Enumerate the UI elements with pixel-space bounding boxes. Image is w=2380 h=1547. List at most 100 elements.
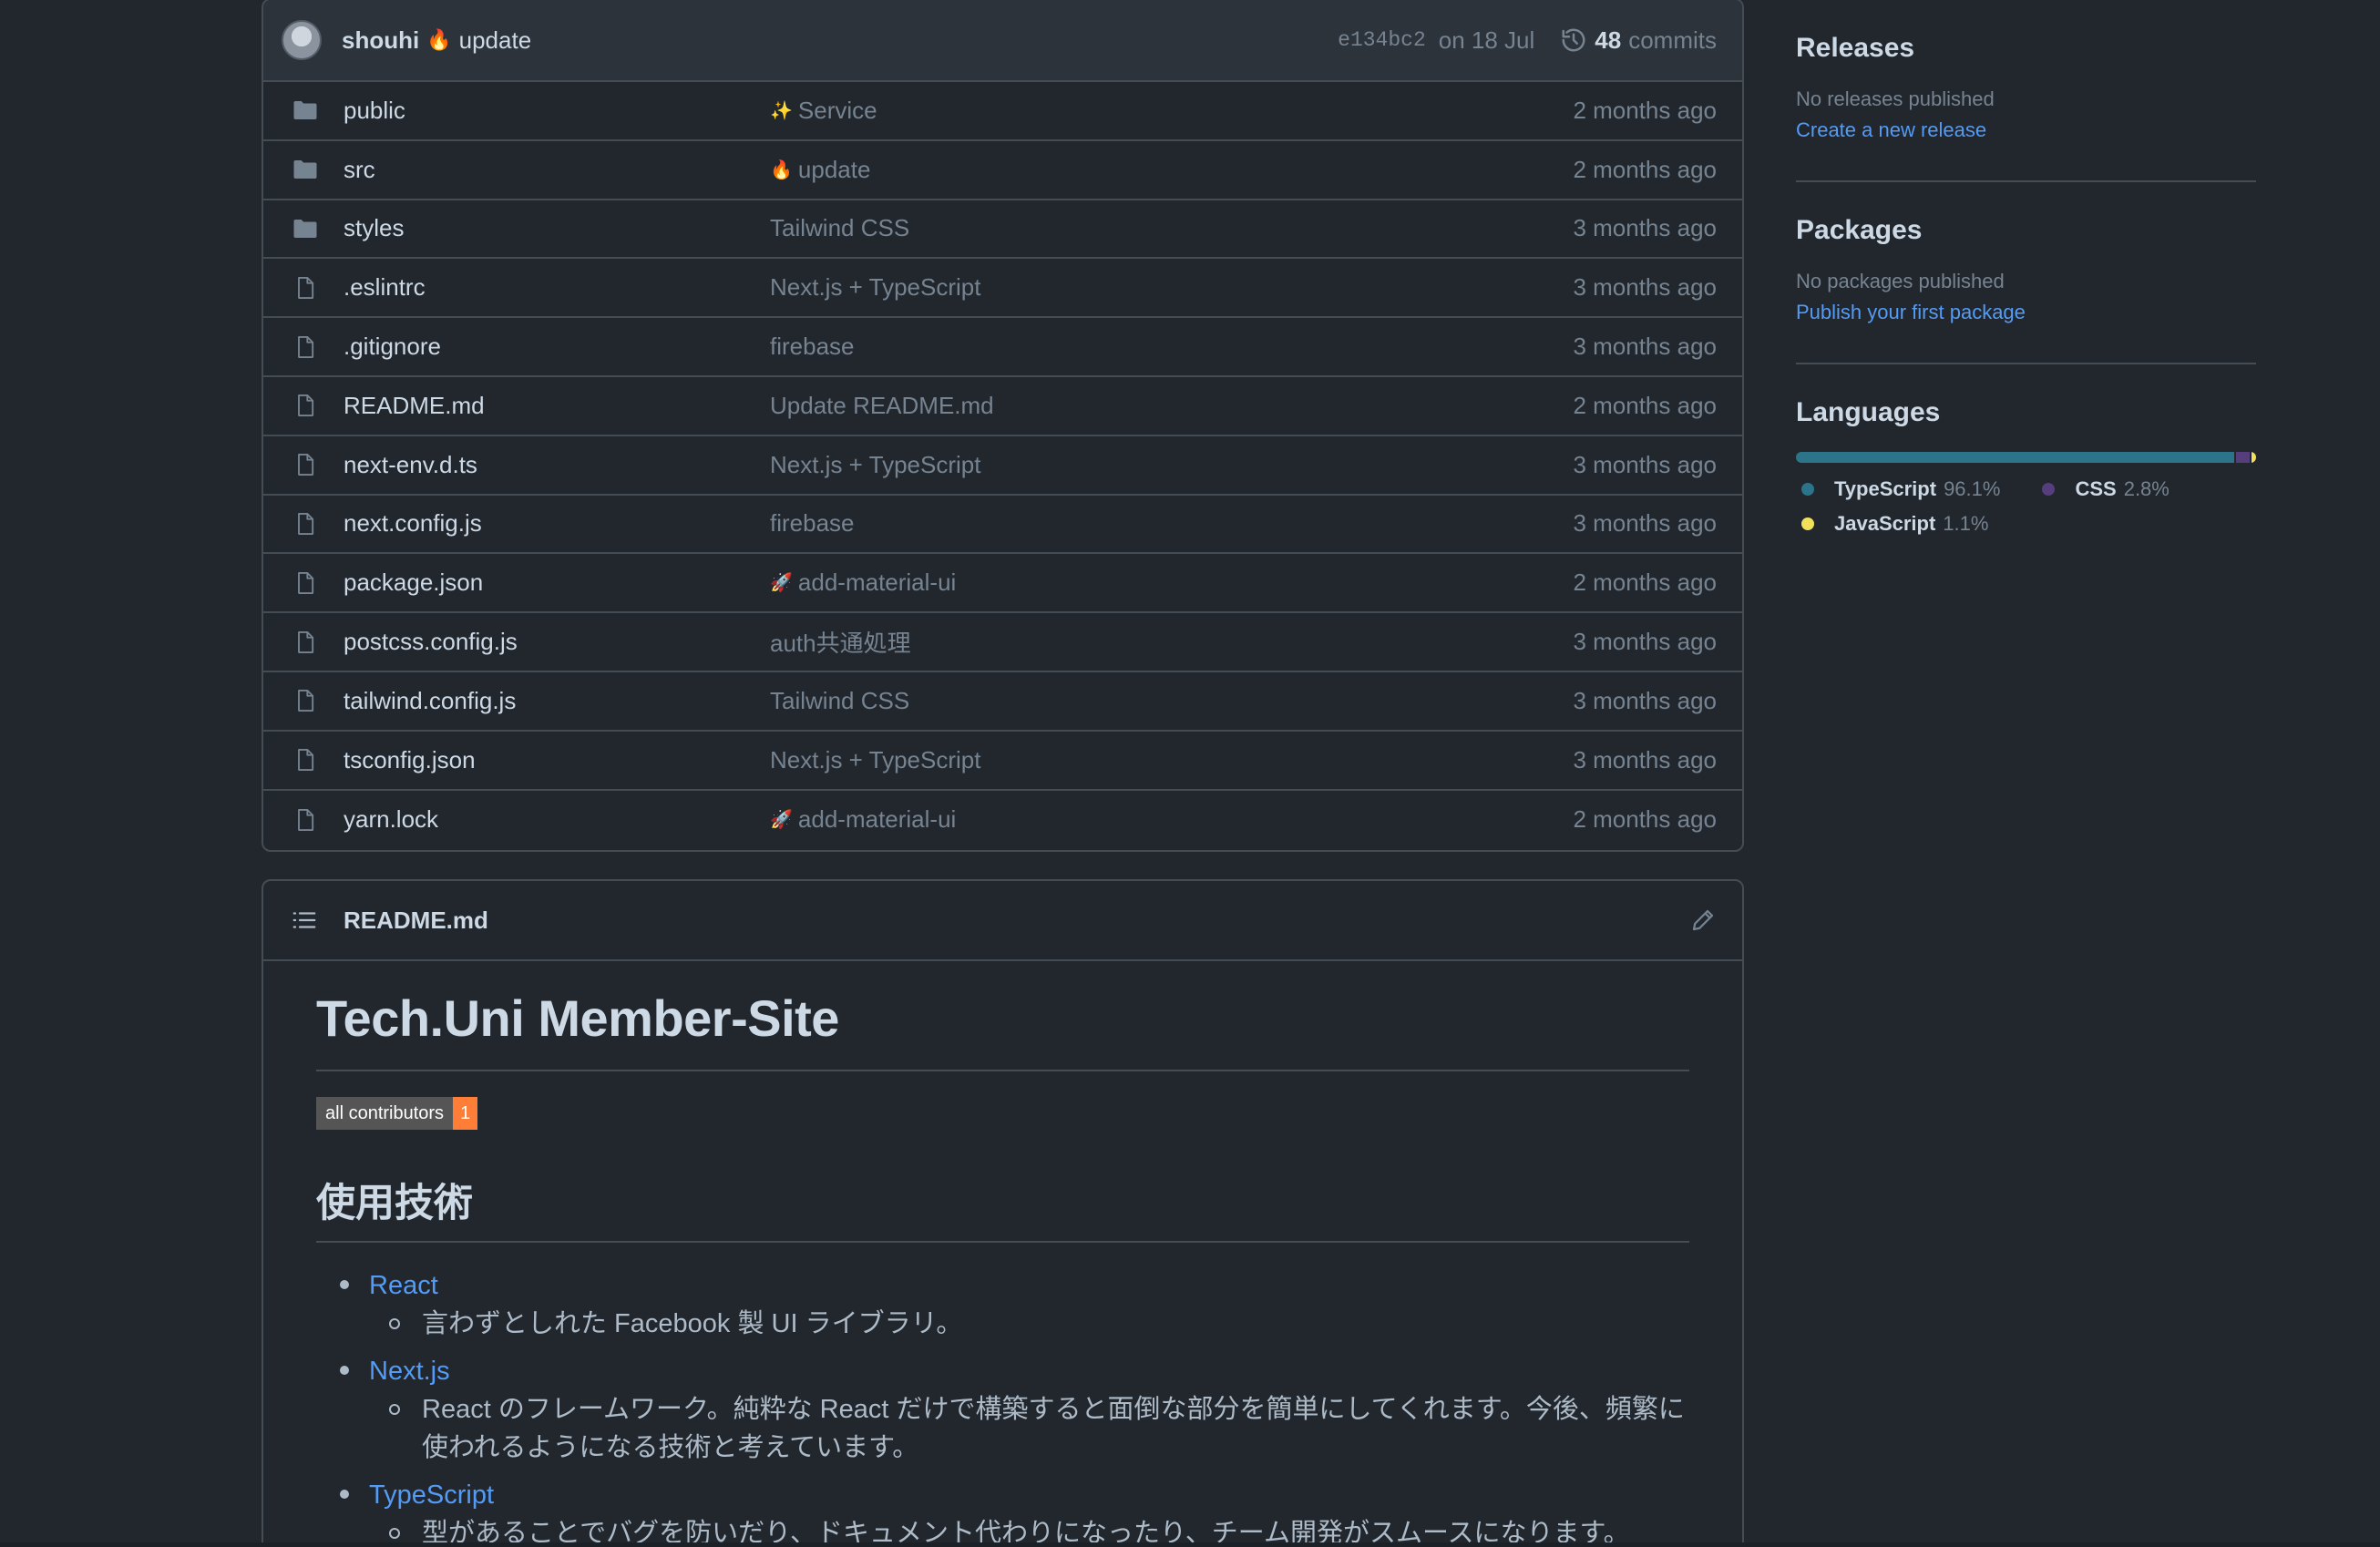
commit-message-link[interactable]: update [798, 156, 871, 184]
file-commit-message[interactable]: Next.js + TypeScript [770, 451, 1573, 479]
file-name-link[interactable]: public [344, 97, 770, 125]
commit-date[interactable]: on 18 Jul [1439, 26, 1535, 55]
file-name-link[interactable]: postcss.config.js [344, 628, 770, 656]
file-row[interactable]: next-env.d.ts Next.js + TypeScript 3 month… [263, 436, 1742, 496]
file-age[interactable]: 3 months ago [1573, 451, 1717, 479]
section-heading: 使用技術 [316, 1172, 1689, 1243]
file-name-link[interactable]: next-env.d.ts [344, 451, 770, 479]
commit-message-link[interactable]: Update README.md [770, 392, 994, 420]
commits-label[interactable]: commits [1628, 26, 1717, 55]
commits-count[interactable]: 48 [1595, 26, 1621, 55]
tech-link[interactable]: React [369, 1271, 438, 1300]
packages-title[interactable]: Packages [1796, 215, 2256, 246]
language-item[interactable]: CSS 2.8% [2036, 477, 2170, 501]
readme-filename[interactable]: README.md [344, 907, 488, 935]
file-age[interactable]: 2 months ago [1573, 805, 1717, 834]
commit-message-link[interactable]: Next.js + TypeScript [770, 273, 980, 302]
language-item[interactable]: JavaScript 1.1% [1796, 512, 2220, 536]
file-name-link[interactable]: README.md [344, 392, 770, 420]
packages-status: No packages published [1796, 270, 2005, 292]
publish-package-link[interactable]: Publish your first package [1796, 301, 2256, 324]
commit-message-link[interactable]: Next.js + TypeScript [770, 451, 980, 479]
language-list: TypeScript 96.1% CSS 2.8% JavaScript 1.1% [1796, 477, 2256, 536]
file-commit-message[interactable]: 🚀 add-material-ui [770, 805, 1573, 834]
commit-message[interactable]: update [459, 26, 532, 55]
commit-message-link[interactable]: firebase [770, 333, 855, 361]
create-release-link[interactable]: Create a new release [1796, 118, 2256, 142]
file-row[interactable]: package.json 🚀 add-material-ui 2 months ago [263, 554, 1742, 614]
file-row[interactable]: tailwind.config.js Tailwind CSS 3 months a… [263, 672, 1742, 732]
latest-commit-bar: shouhi 🔥 update e134bc2 on 18 Jul 48 com… [263, 0, 1742, 82]
file-age[interactable]: 2 months ago [1573, 569, 1717, 597]
file-commit-message[interactable]: auth共通処理 [770, 625, 1573, 659]
pencil-icon[interactable] [1689, 907, 1717, 934]
file-commit-message[interactable]: Next.js + TypeScript [770, 273, 1573, 302]
file-row[interactable]: postcss.config.js auth共通処理 3 months ago [263, 613, 1742, 672]
file-commit-message[interactable]: 🔥 update [770, 156, 1573, 184]
contributors-badge[interactable]: all contributors 1 [316, 1097, 478, 1130]
file-age[interactable]: 2 months ago [1573, 392, 1717, 420]
file-age[interactable]: 2 months ago [1573, 156, 1717, 184]
file-commit-message[interactable]: Next.js + TypeScript [770, 746, 1573, 774]
file-row[interactable]: src 🔥 update 2 months ago [263, 141, 1742, 200]
commit-message-link[interactable]: Tailwind CSS [770, 214, 909, 242]
tech-link[interactable]: Next.js [369, 1357, 450, 1386]
file-age[interactable]: 3 months ago [1573, 628, 1717, 656]
commit-message-link[interactable]: add-material-ui [798, 805, 956, 834]
file-icon [291, 745, 320, 774]
file-age[interactable]: 2 months ago [1573, 97, 1717, 125]
commit-message-link[interactable]: firebase [770, 509, 855, 538]
file-commit-message[interactable]: ✨ Service [770, 97, 1573, 125]
file-row[interactable]: README.md Update README.md 2 months ago [263, 377, 1742, 436]
file-row[interactable]: tsconfig.json Next.js + TypeScript 3 month… [263, 732, 1742, 791]
file-age[interactable]: 3 months ago [1573, 509, 1717, 538]
file-age[interactable]: 3 months ago [1573, 214, 1717, 242]
file-name-link[interactable]: .eslintrc [344, 273, 770, 302]
file-commit-message[interactable]: Tailwind CSS [770, 687, 1573, 715]
folder-icon [291, 155, 320, 184]
languages-title: Languages [1796, 397, 1941, 427]
tech-list-item: React 言わずとしれた Facebook 製 UI ライブラリ。 [316, 1266, 1689, 1343]
file-commit-message[interactable]: 🚀 add-material-ui [770, 569, 1573, 597]
file-name-link[interactable]: src [344, 156, 770, 184]
file-row[interactable]: next.config.js firebase 3 months ago [263, 496, 1742, 555]
commit-emoji-icon: 🚀 [770, 573, 793, 594]
language-dot-icon [1801, 517, 1814, 530]
readme-panel: README.md Tech.Uni Member-Site all contr… [262, 879, 1744, 1547]
file-name-link[interactable]: styles [344, 214, 770, 242]
file-name-link[interactable]: tsconfig.json [344, 746, 770, 774]
commit-message-link[interactable]: Tailwind CSS [770, 687, 909, 715]
file-name-link[interactable]: next.config.js [344, 509, 770, 538]
file-row[interactable]: yarn.lock 🚀 add-material-ui 2 months ago [263, 791, 1742, 850]
file-name-link[interactable]: package.json [344, 569, 770, 597]
sidebar: Releases No releases published Create a … [1796, 0, 2256, 574]
commit-sha[interactable]: e134bc2 [1338, 28, 1426, 52]
file-name-link[interactable]: .gitignore [344, 333, 770, 361]
file-commit-message[interactable]: firebase [770, 333, 1573, 361]
file-name-link[interactable]: yarn.lock [344, 805, 770, 834]
language-item[interactable]: TypeScript 96.1% [1796, 477, 2000, 501]
releases-title[interactable]: Releases [1796, 33, 2256, 64]
commit-message-link[interactable]: auth共通処理 [770, 625, 911, 659]
file-age[interactable]: 3 months ago [1573, 746, 1717, 774]
file-age[interactable]: 3 months ago [1573, 687, 1717, 715]
commit-message-link[interactable]: Service [798, 97, 877, 125]
list-icon[interactable] [291, 907, 318, 934]
commit-message-link[interactable]: add-material-ui [798, 569, 956, 597]
file-commit-message[interactable]: Update README.md [770, 392, 1573, 420]
file-icon [291, 273, 320, 302]
file-row[interactable]: .gitignore firebase 3 months ago [263, 318, 1742, 377]
releases-status: No releases published [1796, 87, 1995, 110]
file-row[interactable]: styles Tailwind CSS 3 months ago [263, 200, 1742, 260]
tech-link[interactable]: TypeScript [369, 1480, 494, 1510]
file-row[interactable]: public ✨ Service 2 months ago [263, 82, 1742, 141]
file-name-link[interactable]: tailwind.config.js [344, 687, 770, 715]
file-age[interactable]: 3 months ago [1573, 333, 1717, 361]
file-commit-message[interactable]: Tailwind CSS [770, 214, 1573, 242]
commit-message-link[interactable]: Next.js + TypeScript [770, 746, 980, 774]
file-row[interactable]: .eslintrc Next.js + TypeScript 3 months ag… [263, 259, 1742, 319]
file-commit-message[interactable]: firebase [770, 509, 1573, 538]
avatar[interactable] [282, 20, 322, 60]
file-age[interactable]: 3 months ago [1573, 273, 1717, 302]
commit-author[interactable]: shouhi [342, 26, 419, 55]
